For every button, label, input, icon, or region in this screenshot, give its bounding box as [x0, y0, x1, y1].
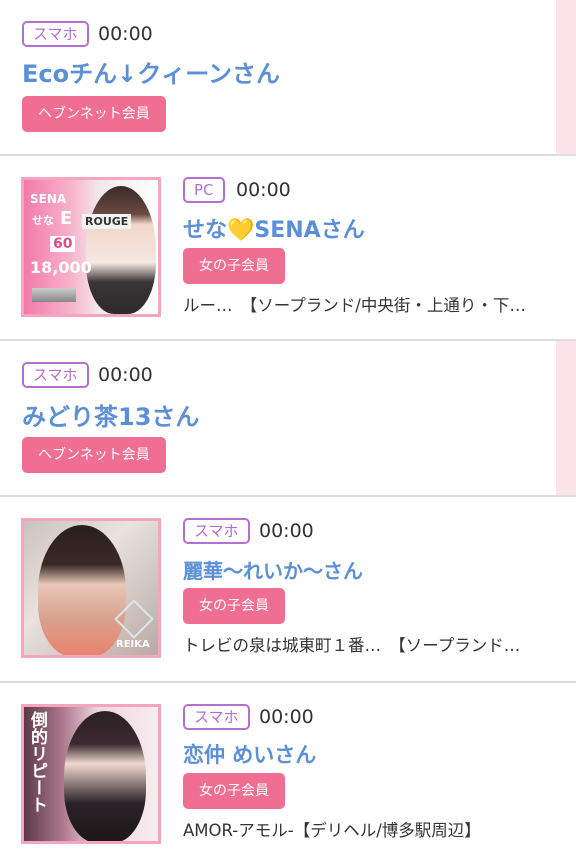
- list-item[interactable]: スマホ 00:00 Ecoチん↓クィーンさん ヘブンネット会員: [0, 0, 576, 156]
- user-name-link[interactable]: Ecoチん↓クィーンさん: [22, 54, 280, 89]
- thumbnail-caption: E: [60, 208, 73, 229]
- shop-link[interactable]: ルー… 【ソープランド/中央街・上通り・下…: [183, 292, 563, 316]
- device-badge: スマホ: [183, 704, 250, 730]
- thumbnail-caption: REIKA: [116, 639, 150, 650]
- list-item[interactable]: 倒的リピート スマホ 00:00 恋仲 めいさん 女の子会員 AMOR-アモル-…: [0, 683, 576, 863]
- user-name-link[interactable]: せな💛SENAさん: [183, 212, 365, 244]
- member-type-badge: 女の子会員: [183, 248, 285, 284]
- post-time: 00:00: [259, 706, 314, 728]
- profile-thumbnail[interactable]: SENA せな E ROUGE 60 18,000: [21, 177, 161, 317]
- portrait-figure: [64, 711, 146, 841]
- user-name-link[interactable]: みどり茶13さん: [22, 397, 199, 432]
- profile-thumbnail[interactable]: 倒的リピート: [21, 704, 161, 844]
- post-time: 00:00: [259, 520, 314, 542]
- member-type-badge: ヘブンネット会員: [22, 96, 166, 132]
- thumbnail-caption: SENA: [30, 192, 67, 206]
- member-type-badge: ヘブンネット会員: [22, 437, 166, 473]
- thumbnail-caption: ROUGE: [82, 214, 132, 229]
- portrait-figure: [38, 525, 126, 655]
- user-name-link[interactable]: 麗華〜れいか〜さん: [183, 555, 363, 584]
- thumbnail-caption: せな: [32, 214, 54, 227]
- side-accent: [556, 341, 576, 495]
- member-type-badge: 女の子会員: [183, 588, 285, 624]
- member-type-badge: 女の子会員: [183, 773, 285, 809]
- profile-thumbnail[interactable]: REIKA: [21, 518, 161, 658]
- post-time: 00:00: [98, 364, 153, 386]
- list-item[interactable]: SENA せな E ROUGE 60 18,000 PC 00:00 せな💛SE…: [0, 156, 576, 341]
- thumbnail-caption: 60: [50, 236, 76, 252]
- device-badge: スマホ: [22, 21, 89, 47]
- thumbnail-caption: 倒的リピート: [27, 711, 47, 813]
- list-item[interactable]: REIKA スマホ 00:00 麗華〜れいか〜さん 女の子会員 トレビの泉は城東…: [0, 497, 576, 683]
- thumbnail-caption: 18,000: [30, 258, 92, 277]
- thumbnail-bar: [32, 288, 76, 302]
- post-time: 00:00: [98, 23, 153, 45]
- list-item[interactable]: スマホ 00:00 みどり茶13さん ヘブンネット会員: [0, 341, 576, 497]
- device-badge: PC: [183, 177, 225, 203]
- shop-link[interactable]: トレビの泉は城東町１番… 【ソープランド…: [183, 632, 563, 656]
- device-badge: スマホ: [183, 518, 250, 544]
- device-badge: スマホ: [22, 362, 89, 388]
- user-name-link[interactable]: 恋仲 めいさん: [183, 739, 316, 769]
- portrait-figure: [86, 186, 156, 314]
- post-time: 00:00: [236, 179, 291, 201]
- shop-link[interactable]: AMOR-アモル-【デリヘル/博多駅周辺】: [183, 817, 563, 841]
- side-accent: [556, 0, 576, 154]
